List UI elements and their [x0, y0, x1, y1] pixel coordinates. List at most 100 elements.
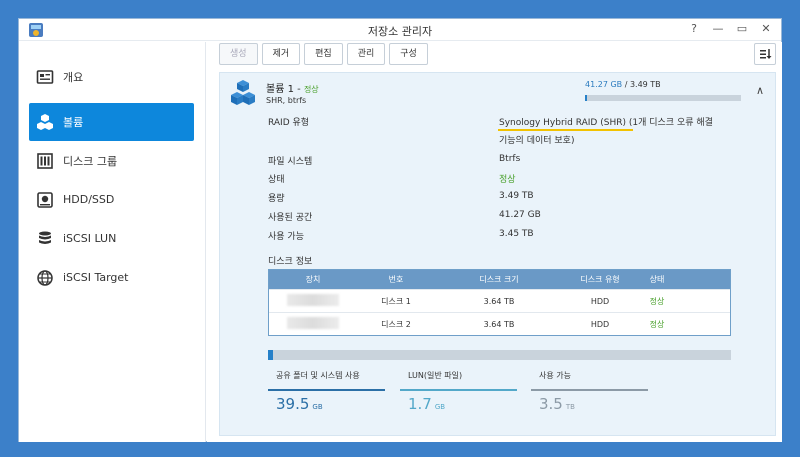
volume-icon: [231, 80, 255, 105]
volume-name: 볼륨 1: [266, 84, 294, 95]
table-row[interactable]: 디스크 1 3.64 TB HDD 정상: [269, 289, 730, 312]
used-space-value: 41.27 GB: [499, 210, 541, 220]
volume-status: 정상: [303, 85, 319, 94]
iscsi-lun-icon: [39, 231, 51, 244]
sidebar-item-iscsi-lun[interactable]: iSCSI LUN: [29, 221, 194, 256]
disk-info-title: 디스크 정보: [268, 257, 313, 267]
volume-usage-bar: [585, 95, 741, 101]
shared-folder-label: 공유 폴더 및 시스템 사용: [276, 371, 360, 380]
configure-button[interactable]: 구성: [389, 43, 428, 65]
create-button[interactable]: 생성: [219, 43, 258, 65]
total-amount: 3.49 TB: [629, 80, 661, 89]
device-cell: [269, 294, 357, 308]
storage-manager-window: 저장소 관리자 ? — ▭ ✕ 개요 볼륨 디스크 그룹 HDD/SSD iSC…: [18, 18, 782, 442]
number-cell: 디스크 2: [381, 319, 411, 329]
disk-info-table: 장치 번호 디스크 크기 디스크 유형 상태 디스크 1 3.64 TB HDD…: [268, 269, 731, 336]
storage-usage-bar: [268, 350, 731, 360]
filesystem-value: Btrfs: [499, 154, 521, 164]
used-amount: 41.27 GB: [585, 80, 623, 89]
redacted-device-name: [287, 317, 339, 329]
redacted-device-name: [287, 294, 339, 306]
sidebar-item-label: 디스크 그룹: [63, 154, 118, 168]
volume-title: 볼륨 1 - 정상: [266, 80, 319, 95]
number-cell: 디스크 1: [381, 296, 411, 306]
toolbar: 생성 제거 편집 관리 구성: [219, 43, 428, 65]
available-unit: TB: [565, 403, 575, 411]
capacity-label: 용량: [268, 194, 285, 204]
available-label: 사용 가능: [268, 232, 304, 242]
volume-subtitle: SHR, btrfs: [266, 96, 307, 105]
column-header-size[interactable]: 디스크 크기: [435, 274, 563, 285]
sidebar-item-label: 개요: [63, 70, 84, 84]
sidebar: 개요 볼륨 디스크 그룹 HDD/SSD iSCSI LUN iSCSI Tar…: [19, 42, 206, 442]
sidebar-item-hdd-ssd[interactable]: HDD/SSD: [29, 182, 194, 217]
sidebar-item-overview[interactable]: 개요: [29, 59, 194, 94]
device-cell: [269, 317, 357, 331]
overview-icon: [36, 69, 54, 84]
lun-stat: LUN(일반 파일) 1.7 GB: [400, 367, 517, 413]
main-content: 생성 제거 편집 관리 구성 볼륨 1 - 정상 SHR, btrfs 41.2…: [207, 42, 782, 442]
volume-panel: 볼륨 1 - 정상 SHR, btrfs 41.27 GB / 3.49 TB …: [219, 72, 776, 436]
maximize-icon[interactable]: ▭: [735, 22, 749, 36]
lun-label: LUN(일반 파일): [408, 371, 463, 380]
volume-usage-text: 41.27 GB / 3.49 TB: [585, 80, 661, 89]
raid-type-label: RAID 유형: [268, 118, 310, 128]
lun-amount: 1.7: [408, 395, 432, 413]
hdd-icon: [37, 191, 53, 208]
column-header-number[interactable]: 번호: [357, 274, 435, 285]
size-cell: 3.64 TB: [483, 296, 515, 306]
sidebar-item-label: iSCSI Target: [63, 271, 129, 284]
size-cell: 3.64 TB: [483, 319, 515, 329]
shared-folder-stat: 공유 폴더 및 시스템 사용 39.5 GB: [268, 367, 385, 413]
raid-type-name: Synology Hybrid RAID (SHR): [499, 118, 626, 128]
sidebar-item-label: 볼륨: [63, 116, 84, 129]
remove-button[interactable]: 제거: [261, 43, 301, 65]
window-title: 저장소 관리자: [367, 25, 433, 38]
available-value: 3.45 TB: [499, 229, 534, 239]
shared-folder-value: 39.5 GB: [268, 391, 385, 413]
edit-button[interactable]: 편집: [304, 43, 343, 65]
type-cell: HDD: [590, 296, 610, 306]
sidebar-item-volume[interactable]: 볼륨: [29, 103, 194, 141]
sidebar-item-disk-group[interactable]: 디스크 그룹: [29, 143, 194, 178]
sort-button[interactable]: [754, 43, 776, 65]
volume-usage-fill: [585, 95, 587, 101]
filesystem-label: 파일 시스템: [268, 157, 313, 167]
sidebar-item-label: HDD/SSD: [63, 193, 115, 206]
raid-highlight-underline: [498, 129, 633, 131]
available-amount: 3.5: [539, 395, 563, 413]
sidebar-item-iscsi-target[interactable]: iSCSI Target: [29, 260, 194, 295]
sidebar-item-label: iSCSI LUN: [63, 232, 117, 245]
title-bar: 저장소 관리자 ? — ▭ ✕: [19, 19, 781, 41]
volume-icon: [37, 114, 53, 130]
table-header: 장치 번호 디스크 크기 디스크 유형 상태: [269, 270, 730, 289]
lun-value: 1.7 GB: [400, 391, 517, 413]
table-row[interactable]: 디스크 2 3.64 TB HDD 정상: [269, 312, 730, 335]
close-icon[interactable]: ✕: [759, 22, 773, 36]
used-space-label: 사용된 공간: [268, 213, 313, 223]
capacity-value: 3.49 TB: [499, 191, 534, 201]
raid-type-note: (1개 디스크 오류 해결: [628, 118, 713, 128]
status-cell: 정상: [649, 319, 665, 329]
column-header-type[interactable]: 디스크 유형: [563, 274, 637, 285]
available-stat-value: 3.5 TB: [531, 391, 648, 413]
raid-type-note-line2: 기능의 데이터 보호): [499, 136, 575, 146]
available-stat: 사용 가능 3.5 TB: [531, 367, 648, 413]
iscsi-target-icon: [37, 269, 53, 286]
manage-button[interactable]: 관리: [346, 43, 386, 65]
column-header-device[interactable]: 장치: [269, 274, 357, 285]
sort-icon: [760, 49, 772, 59]
storage-usage-fill: [268, 350, 274, 360]
help-icon[interactable]: ?: [687, 22, 701, 36]
status-cell: 정상: [649, 296, 665, 306]
minimize-icon[interactable]: —: [711, 22, 725, 36]
collapse-chevron-icon[interactable]: ∧: [756, 84, 764, 97]
status-label: 상태: [268, 175, 285, 185]
disk-group-icon: [37, 152, 53, 169]
lun-unit: GB: [434, 403, 446, 411]
column-header-status[interactable]: 상태: [637, 274, 677, 285]
raid-type-value: Synology Hybrid RAID (SHR) (1개 디스크 오류 해결: [499, 115, 713, 128]
available-stat-label: 사용 가능: [539, 371, 571, 380]
shared-folder-amount: 39.5: [276, 395, 310, 413]
type-cell: HDD: [590, 319, 610, 329]
